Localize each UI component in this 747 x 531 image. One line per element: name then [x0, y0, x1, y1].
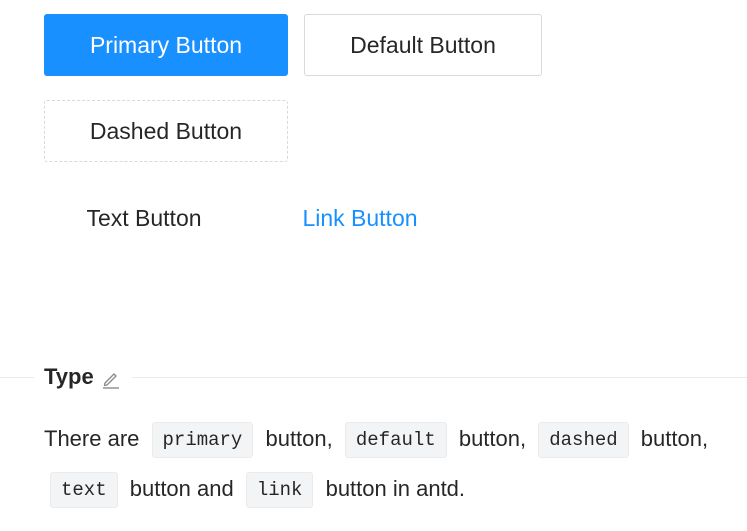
dashed-button[interactable]: Dashed Button [44, 100, 288, 162]
section-title: Type [44, 364, 94, 389]
desc-text: button, [458, 426, 527, 451]
desc-text: button, [265, 426, 333, 451]
section-description: There are primary button, default button… [44, 414, 734, 514]
primary-button[interactable]: Primary Button [44, 14, 288, 76]
code-primary: primary [151, 422, 254, 459]
code-text: text [50, 472, 118, 509]
default-button[interactable]: Default Button [304, 14, 542, 76]
text-button[interactable]: Text Button [44, 187, 244, 249]
section-heading: Type [34, 360, 132, 394]
desc-text: button and [129, 476, 234, 501]
edit-pencil-icon[interactable] [100, 366, 122, 389]
desc-text: button in antd. [325, 476, 466, 501]
code-default: default [344, 422, 447, 459]
code-dashed: dashed [538, 422, 629, 459]
link-button[interactable]: Link Button [260, 187, 460, 249]
desc-text: There are [44, 426, 140, 451]
code-link: link [245, 472, 314, 509]
desc-text: button, [640, 426, 709, 451]
